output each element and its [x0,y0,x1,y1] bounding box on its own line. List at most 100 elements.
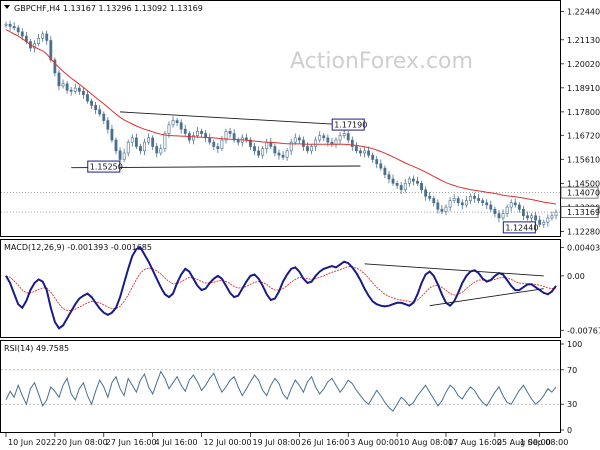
candle-body [37,37,41,45]
candle-body [399,185,403,191]
candle-body [501,213,505,219]
candle-body [444,206,448,212]
macd-tick-label: 0.00 [567,272,585,281]
candle-body [139,146,142,152]
candle-body [102,113,106,121]
price-tick-label: 1.17800 [567,108,600,117]
candle-body [473,195,476,199]
candle-body [126,141,130,154]
candle-body [200,131,203,134]
candle-body [322,135,326,139]
candle-body [346,133,350,141]
candle-body [196,131,199,136]
candle-body [460,202,464,206]
candle-body [81,91,85,95]
candle-body [354,146,358,152]
candle-body [94,105,98,111]
candle-body [416,180,419,184]
candle-body [391,178,395,184]
candle-body [49,40,53,61]
candle-body [285,150,289,158]
x-tick-label: 26 Jul 16:00 [301,438,349,447]
price-tick-label: 1.22440 [567,7,600,16]
candle-body [208,137,212,143]
candle-body [432,198,436,204]
candle-body [12,26,16,29]
candle-body [424,189,428,197]
candle-body [371,154,375,160]
candle-body [310,146,313,152]
candle-body [395,183,399,186]
candle-body [469,195,472,201]
candle-body [318,135,322,141]
price-chart-title: GBPCHF,H4 1.13167 1.13296 1.13092 1.1316… [14,4,203,13]
macd-tick-label: -0.007672 [567,326,600,335]
candle-body [281,154,285,158]
candle-body [151,137,155,147]
candle-body [456,198,460,204]
candle-body [326,137,330,143]
annotation-label: 1.17190 [334,121,367,130]
forex-chart: ActionForex.com GBPCHF,H4 1.13167 1.1329… [0,0,600,447]
candle-body [118,150,122,160]
candle-body [265,141,269,149]
watermark: ActionForex.com [290,49,473,74]
candle-body [403,183,407,191]
x-tick-label: 12 Jul 00:00 [204,438,252,447]
x-tick-label: 19 Jul 08:00 [252,438,300,447]
rsi-tick-label: 30 [567,400,577,409]
price-tick-label: 1.15610 [567,155,600,164]
candle-body [513,202,517,206]
candle-body [86,94,89,102]
candle-body [301,139,305,147]
price-tick-label: 1.16720 [567,131,600,140]
candle-body [90,100,93,106]
candle-body [342,133,346,136]
candle-body [261,148,265,156]
candle-body [359,150,362,154]
candle-body [273,146,277,154]
candle-body [106,120,110,130]
candle-body [379,163,383,169]
candle-body [338,135,342,141]
candle-body [530,215,533,219]
price-tick-label: 1.18910 [567,84,600,93]
candle-body [228,131,232,134]
candle-body [16,27,20,33]
candle-body [216,146,220,149]
macd-title: MACD(12,26,9) -0.001393 -0.001685 [4,243,152,252]
candle-body [236,139,240,143]
x-tick-label: 4 Jul 16:00 [155,438,198,447]
candle-body [20,31,24,37]
x-tick-label: 10 Jun 2022 [8,438,56,447]
candle-body [448,200,452,208]
candle-body [4,23,8,26]
price-tag-label: 1.14070 [567,189,600,198]
price-tick-label: 1.20020 [567,60,600,69]
rsi-title: RSI(14) 49.7585 [4,344,69,353]
candle-body [212,141,216,147]
candle-body [41,33,45,39]
candle-body [550,215,554,219]
price-annotation: 1.15250 [87,160,123,173]
candle-body [257,150,261,156]
price-annotation: 1.17190 [331,118,367,131]
candle-body [65,83,69,91]
candle-body [509,202,513,208]
candle-body [155,146,159,154]
candle-body [534,215,538,221]
candle-body [497,213,501,219]
candle-body [61,83,65,87]
candle-body [57,72,61,87]
candle-body [554,211,558,217]
candle-body [420,183,423,191]
candle-body [521,208,525,217]
candle-body [45,33,49,41]
candle-body [179,122,183,130]
candle-body [69,89,73,92]
candle-body [428,195,432,199]
candle-body [183,128,187,134]
candle-body [159,148,163,154]
candle-body [293,137,297,143]
x-tick-label: 3 Aug 00:00 [350,438,399,447]
